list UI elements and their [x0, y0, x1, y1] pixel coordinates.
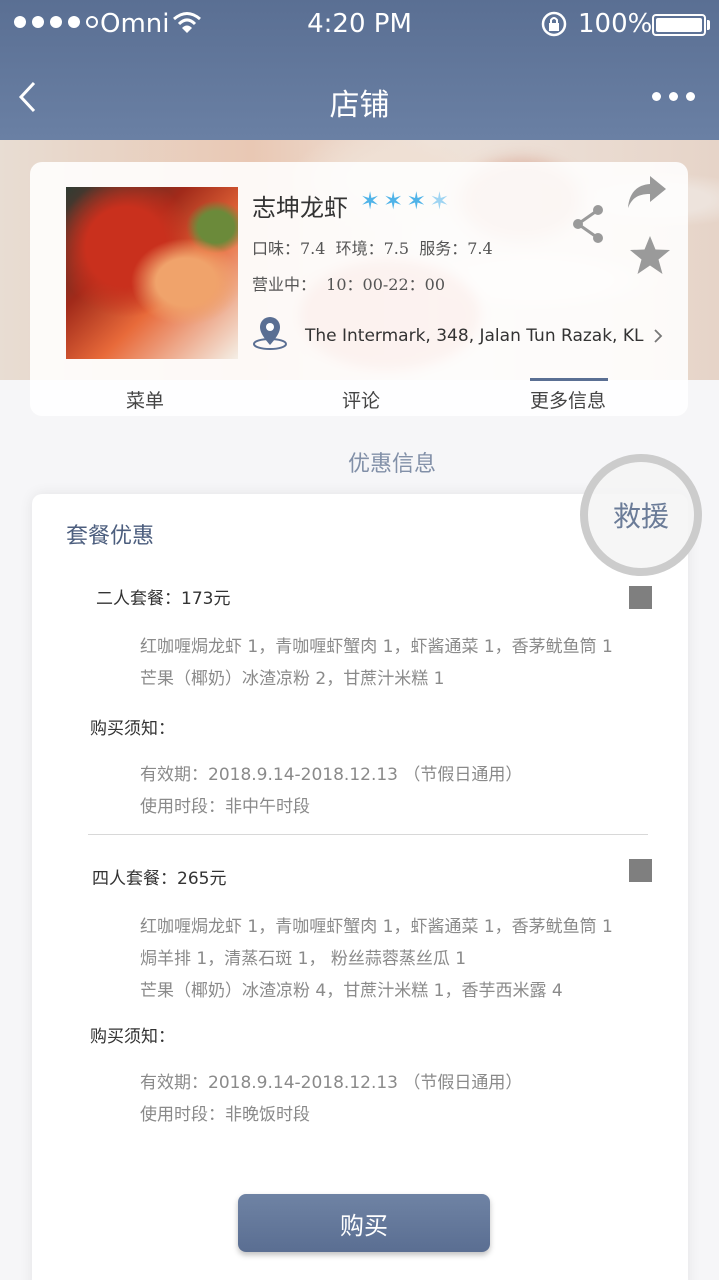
notice-line: 使用时段：非中午时段	[140, 797, 310, 817]
shop-photo[interactable]	[66, 187, 238, 359]
package-item-line: 芒果（椰奶）冰渣凉粉 2，甘蔗汁米糕 1	[140, 669, 445, 689]
deals-card: 套餐优惠 二人套餐：173元 红咖喱焗龙虾 1，青咖喱虾蟹肉 1，虾酱通菜 1，…	[32, 494, 688, 1280]
star-rating: ✶ ✶ ✶ ✶	[360, 189, 449, 213]
shop-address[interactable]: The Intermark, 348, Jalan Tun Razak, KL	[305, 326, 643, 346]
package-title: 二人套餐：173元	[96, 589, 231, 609]
shop-info-card: 志坤龙虾 ✶ ✶ ✶ ✶ 口味：7.4 环境：7.5 服务：7.4 营业中： 1…	[30, 162, 688, 416]
half-star-icon: ✶	[429, 187, 450, 215]
rotation-lock-icon	[541, 11, 567, 37]
page-title: 店铺	[329, 88, 390, 123]
deals-heading: 套餐优惠	[66, 524, 155, 549]
share-icon[interactable]	[570, 202, 606, 246]
buy-button[interactable]: 购买	[238, 1194, 490, 1252]
tab-more-info[interactable]: 更多信息	[530, 386, 606, 413]
package-item-line: 红咖喱焗龙虾 1，青咖喱虾蟹肉 1，虾酱通菜 1，香茅鱿鱼筒 1	[140, 917, 613, 937]
notice-line: 有效期：2018.9.14-2018.12.13 （节假日通用）	[140, 1073, 523, 1093]
opening-hours: 营业中： 10：00-22：00	[252, 275, 446, 294]
star-icon: ✶	[383, 187, 404, 215]
battery-percent: 100%	[578, 9, 653, 39]
star-icon: ✶	[360, 187, 381, 215]
shop-name: 志坤龙虾	[252, 194, 348, 222]
location-pin-icon	[253, 317, 287, 350]
package-title: 四人套餐：265元	[92, 869, 227, 889]
more-options-icon[interactable]	[652, 92, 695, 101]
package-item-line: 芒果（椰奶）冰渣凉粉 4，甘蔗汁米糕 1，香芋西米露 4	[140, 981, 563, 1001]
tab-reviews[interactable]: 评论	[342, 386, 380, 413]
package-select-checkbox[interactable]	[629, 859, 652, 882]
star-icon: ✶	[406, 187, 427, 215]
active-tab-indicator	[530, 378, 608, 381]
shop-ratings: 口味：7.4 环境：7.5 服务：7.4	[252, 239, 493, 258]
rescue-floating-button[interactable]: 救援	[580, 454, 702, 576]
chevron-right-icon[interactable]	[652, 328, 664, 344]
notice-label: 购买须知：	[90, 719, 175, 739]
notice-line: 使用时段：非晚饭时段	[140, 1105, 310, 1125]
top-bar: Omni 4:20 PM 100% 店铺	[0, 0, 719, 140]
notice-label: 购买须知：	[90, 1027, 175, 1047]
tab-menu[interactable]: 菜单	[126, 386, 164, 413]
notice-line: 有效期：2018.9.14-2018.12.13 （节假日通用）	[140, 765, 523, 785]
package-item-line: 焗羊排 1，清蒸石斑 1， 粉丝蒜蓉蒸丝瓜 1	[140, 949, 467, 969]
status-bar: Omni 4:20 PM 100%	[0, 0, 719, 50]
package-select-checkbox[interactable]	[629, 586, 652, 609]
battery-icon	[652, 14, 706, 36]
favorite-star-icon[interactable]	[628, 234, 672, 276]
package-item-line: 红咖喱焗龙虾 1，青咖喱虾蟹肉 1，虾酱通菜 1，香茅鱿鱼筒 1	[140, 637, 613, 657]
battery-nub	[707, 20, 710, 30]
forward-icon[interactable]	[626, 174, 668, 210]
divider	[88, 834, 648, 835]
